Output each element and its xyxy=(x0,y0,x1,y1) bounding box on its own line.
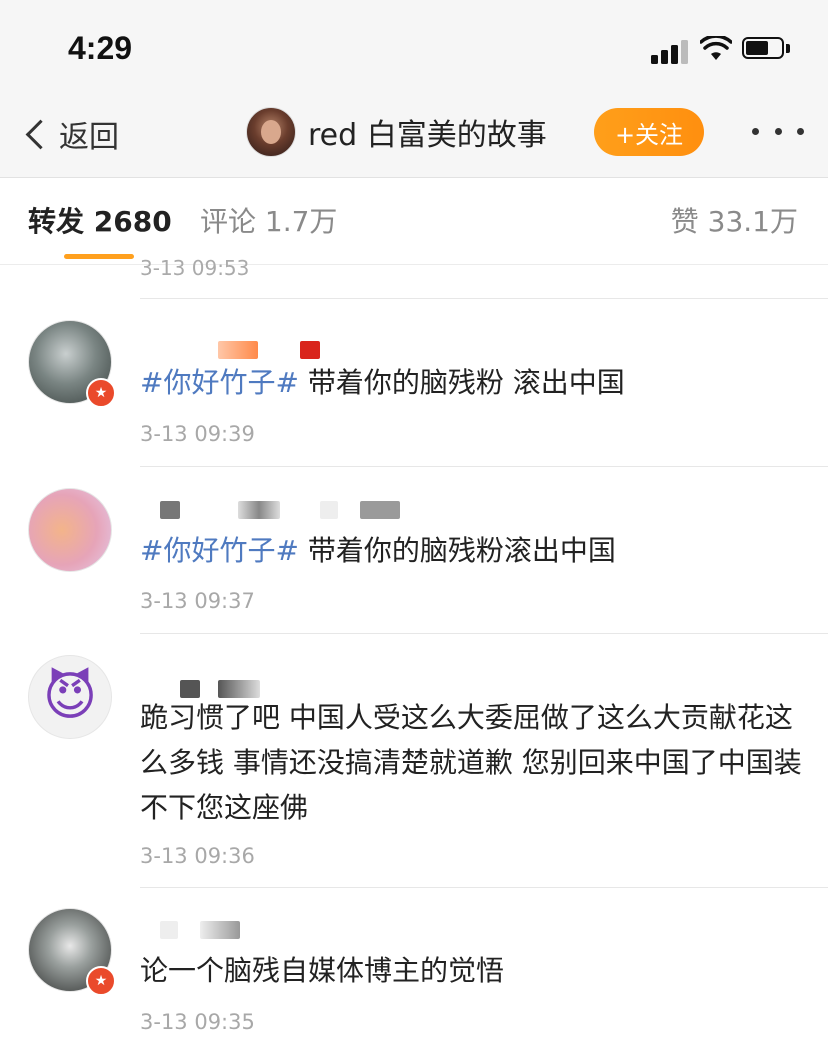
username-blurred[interactable] xyxy=(218,341,258,359)
divider xyxy=(140,298,828,299)
comment-text: #你好竹子# 带着你的脑残粉 滚出中国 xyxy=(140,366,625,399)
username-blurred[interactable] xyxy=(160,921,178,939)
comment-timestamp: 3-13 09:35 xyxy=(140,1010,255,1034)
divider xyxy=(140,633,828,634)
username-blurred[interactable] xyxy=(200,921,240,939)
hashtag-link[interactable]: #你好竹子# xyxy=(140,366,299,399)
interaction-tabs: 转发 2680 评论 1.7万 赞 33.1万 xyxy=(0,178,828,265)
username-blurred[interactable] xyxy=(360,501,400,519)
status-bar: 4:29 xyxy=(0,0,828,95)
vip-badge-icon: ★ xyxy=(86,966,116,996)
cut-off-timestamp: 3-13 09:53 xyxy=(140,256,250,280)
vip-badge-icon: ★ xyxy=(86,378,116,408)
comment-timestamp: 3-13 09:39 xyxy=(140,422,255,446)
username-blurred[interactable] xyxy=(160,501,180,519)
nav-bar: 返回 red 白富美的故事 +关注 xyxy=(0,95,828,178)
tab-comment[interactable]: 评论 1.7万 xyxy=(200,200,337,240)
nav-title-group[interactable]: red 白富美的故事 xyxy=(246,107,547,157)
comment-text: 跪习惯了吧 中国人受这么大委屈做了这么大贡献花这么多钱 事情还没搞清楚就道歉 您… xyxy=(140,701,802,824)
username-blurred[interactable] xyxy=(238,501,280,519)
account-avatar[interactable] xyxy=(246,107,296,157)
wifi-icon xyxy=(700,36,732,60)
back-label: 返回 xyxy=(59,120,119,155)
devil-face-icon[interactable]: 😈 xyxy=(28,655,112,739)
username-blurred[interactable] xyxy=(320,501,338,519)
follow-button[interactable]: +关注 xyxy=(594,108,704,156)
divider xyxy=(140,466,828,467)
battery-icon xyxy=(742,37,792,61)
comment-timestamp: 3-13 09:37 xyxy=(140,589,255,613)
avatar[interactable] xyxy=(28,488,112,572)
back-chevron-icon xyxy=(25,119,56,149)
more-dots-icon[interactable] xyxy=(752,119,804,143)
comment-text: 论一个脑残自媒体博主的觉悟 xyxy=(140,954,505,987)
hashtag-link[interactable]: #你好竹子# xyxy=(140,534,299,567)
status-time: 4:29 xyxy=(68,30,133,66)
username-blurred[interactable] xyxy=(300,341,320,359)
account-name[interactable]: red 白富美的故事 xyxy=(308,110,547,154)
back-button[interactable]: 返回 xyxy=(22,111,119,157)
comment-text: #你好竹子# 带着你的脑残粉滚出中国 xyxy=(140,534,616,567)
comment-timestamp: 3-13 09:36 xyxy=(140,844,255,868)
tab-active-indicator xyxy=(64,254,134,259)
tab-like[interactable]: 赞 33.1万 xyxy=(671,200,798,240)
tab-repost[interactable]: 转发 2680 xyxy=(28,200,172,240)
signal-icon xyxy=(651,38,691,64)
divider xyxy=(140,887,828,888)
